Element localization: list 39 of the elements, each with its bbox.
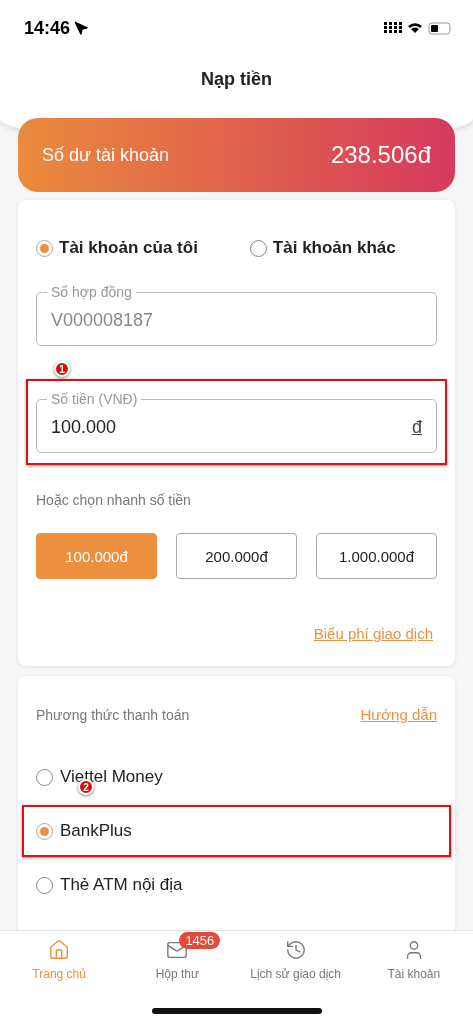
payment-title: Phương thức thanh toán (36, 706, 190, 723)
radio-button[interactable] (36, 876, 53, 894)
field-value: 100.000 (51, 416, 117, 438)
radio-button[interactable] (36, 768, 53, 786)
radio-button[interactable] (249, 239, 267, 257)
unread-badge: 1456 (179, 932, 221, 949)
field-label: Số hợp đồng (50, 284, 133, 300)
field-label: Số tiền (VNĐ) (50, 391, 139, 407)
balance-label: Số dư tài khoản (42, 144, 170, 166)
tab-item[interactable]: Trang chủ (0, 931, 119, 989)
contract-field[interactable]: Số hợp đồng V000008187 (36, 284, 437, 346)
battery-icon (428, 21, 451, 35)
tab-item[interactable]: Lịch sử giao dịch (236, 931, 355, 989)
quick-amount-label: Hoặc chọn nhanh số tiền (36, 492, 191, 508)
radio-label: Tài khoản khác (272, 238, 396, 258)
field-value: V000008187 (51, 309, 154, 331)
fee-link[interactable]: Biểu phí giao dịch (313, 625, 433, 642)
tab-item[interactable]: Tài khoản (354, 931, 473, 989)
radio-button[interactable] (36, 239, 53, 257)
status-time: 14:46 (24, 17, 71, 39)
amount-option[interactable]: 100.000đ (36, 533, 157, 579)
method-label: Thẻ ATM nội địa (60, 875, 183, 895)
tab-item[interactable]: Hộp thư 1456 (118, 931, 237, 989)
history-icon (284, 939, 307, 961)
method-label: BankPlus (60, 821, 132, 841)
signal-icon (384, 22, 402, 34)
amount-option[interactable]: 200.000đ (176, 533, 297, 579)
wifi-icon (408, 23, 422, 33)
currency-unit: đ (412, 416, 422, 438)
guide-link[interactable]: Hướng dẫn (360, 706, 437, 723)
radio-button[interactable] (36, 822, 53, 840)
step-marker: 1 (54, 361, 70, 377)
amount-option[interactable]: 1.000.000đ (316, 533, 437, 579)
balance-amount: 238.506đ (330, 141, 431, 169)
location-icon (74, 20, 90, 36)
amount-field[interactable]: Số tiền (VNĐ) 100.000 đ (36, 391, 437, 453)
home-icon (48, 939, 71, 961)
page-title: Nạp tiền (200, 69, 273, 90)
radio-label: Tài khoản của tôi (59, 238, 198, 258)
